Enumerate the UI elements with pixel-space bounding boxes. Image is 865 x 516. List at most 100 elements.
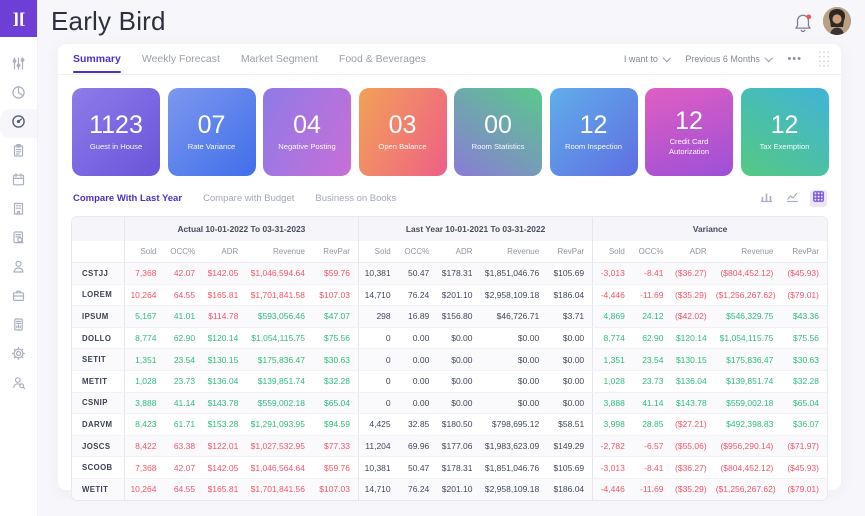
column-header-occ[interactable]: OCC% xyxy=(164,241,203,263)
table-row[interactable]: JOSCS8,42263.38$122.01$1,027,532.95$77.3… xyxy=(72,435,827,457)
cell: $58.51 xyxy=(547,414,592,436)
sidebar-nav xyxy=(0,37,37,399)
column-header-sold[interactable]: Sold xyxy=(358,241,398,263)
cell: $136.04 xyxy=(671,370,714,392)
cell: $165.81 xyxy=(203,284,246,306)
sidebar-item-pie-chart[interactable] xyxy=(0,80,37,109)
i-want-to-dropdown[interactable]: I want to xyxy=(624,54,670,64)
sidebar-item-building[interactable] xyxy=(0,196,37,225)
table-row[interactable]: DARVM8,42361.71$153.28$1,291,093.95$94.5… xyxy=(72,414,827,436)
comparison-table: Actual 10-01-2022 To 03-31-2023Last Year… xyxy=(71,216,828,501)
table-row[interactable]: LOREM10,26464.55$165.81$1,701,841.58$107… xyxy=(72,284,827,306)
table-row[interactable]: SCOOB7,36842.07$142.05$1,046,564.64$59.7… xyxy=(72,457,827,479)
column-header-adr[interactable]: ADR xyxy=(203,241,246,263)
cell: 0.00 xyxy=(399,370,438,392)
sidebar-item-user[interactable] xyxy=(0,254,37,283)
line-chart-icon xyxy=(786,190,799,208)
table-row[interactable]: METIT1,02823.73$136.04$139,851.74$32.280… xyxy=(72,370,827,392)
cell: $0.00 xyxy=(547,392,592,414)
bar-chart-icon xyxy=(760,190,773,208)
column-header-occ[interactable]: OCC% xyxy=(633,241,672,263)
column-header-adr[interactable]: ADR xyxy=(437,241,480,263)
drag-handle-icon[interactable] xyxy=(818,50,829,68)
kpi-card-credit-card-autorization[interactable]: 12Credit Card Autorization xyxy=(645,88,733,176)
table-row[interactable]: CSNIP3,88841.14$143.78$559,002.18$65.040… xyxy=(72,392,827,414)
period-dropdown[interactable]: Previous 6 Months xyxy=(685,54,771,64)
cell: ($804,452.12) xyxy=(715,457,782,479)
cell: $149.29 xyxy=(547,435,592,457)
kpi-card-negative-posting[interactable]: 04Negative Posting xyxy=(263,88,351,176)
table-row[interactable]: CSTJJ7,36842.07$142.05$1,046,594.64$59.7… xyxy=(72,263,827,285)
column-header-revenue[interactable]: Revenue xyxy=(481,241,548,263)
cell: $175,836.47 xyxy=(715,349,782,371)
tab-market-segment[interactable]: Market Segment xyxy=(241,45,318,73)
column-header-revenue[interactable]: Revenue xyxy=(246,241,313,263)
notification-bell-icon[interactable] xyxy=(793,12,813,34)
more-options-button[interactable]: ••• xyxy=(787,53,802,65)
column-header-adr[interactable]: ADR xyxy=(671,241,714,263)
kpi-card-tax-exemption[interactable]: 12Tax Exemption xyxy=(741,88,829,176)
cell: 8,774 xyxy=(124,327,164,349)
table-row[interactable]: SETIT1,35123.54$130.15$175,836.47$30.630… xyxy=(72,349,827,371)
cell: 14,710 xyxy=(358,478,398,499)
tab-summary[interactable]: Summary xyxy=(73,45,121,73)
sidebar-item-briefcase[interactable] xyxy=(0,283,37,312)
bar-chart-view-button[interactable] xyxy=(758,190,775,207)
column-header-occ[interactable]: OCC% xyxy=(399,241,438,263)
kpi-card-room-statistics[interactable]: 00Room Statistics xyxy=(454,88,542,176)
cell: ($71.97) xyxy=(781,435,827,457)
kpi-card-rate-variance[interactable]: 07Rate Variance xyxy=(168,88,256,176)
kpi-card-guest-in-house[interactable]: 1123Guest in House xyxy=(72,88,160,176)
sidebar-item-calendar[interactable] xyxy=(0,167,37,196)
subtab-business-on-books[interactable]: Business on Books xyxy=(315,193,396,204)
cell: -3,013 xyxy=(593,457,633,479)
column-group-header: Actual 10-01-2022 To 03-31-2023 xyxy=(124,217,358,241)
cell: 50.47 xyxy=(399,457,438,479)
cell: 10,381 xyxy=(358,263,398,285)
cell: $0.00 xyxy=(437,392,480,414)
briefcase-icon xyxy=(11,288,26,308)
sidebar-item-settings[interactable] xyxy=(0,341,37,370)
column-header-revpar[interactable]: RevPar xyxy=(313,241,358,263)
subtab-compare-with-budget[interactable]: Compare with Budget xyxy=(203,193,294,204)
tab-weekly-forecast[interactable]: Weekly Forecast xyxy=(142,45,220,73)
sidebar-item-clipboard[interactable] xyxy=(0,138,37,167)
cell: -4,446 xyxy=(593,478,633,499)
cell: 62.90 xyxy=(164,327,203,349)
app-logo[interactable]: ][ xyxy=(0,0,37,37)
sliders-icon xyxy=(11,56,26,76)
user-avatar[interactable] xyxy=(823,7,851,35)
subtab-compare-with-last-year[interactable]: Compare With Last Year xyxy=(73,193,182,204)
cell: 23.54 xyxy=(633,349,672,371)
sidebar-item-report[interactable] xyxy=(0,312,37,341)
column-header-revpar[interactable]: RevPar xyxy=(547,241,592,263)
cell: 3,888 xyxy=(593,392,633,414)
cell: $186.04 xyxy=(547,478,592,499)
table-grid-icon xyxy=(812,190,825,208)
kpi-label: Negative Posting xyxy=(271,142,342,152)
cell: ($35.29) xyxy=(671,478,714,499)
tab-food-beverages[interactable]: Food & Beverages xyxy=(339,45,426,73)
cell: 32.85 xyxy=(399,414,438,436)
kpi-card-open-balance[interactable]: 03Open Balance xyxy=(359,88,447,176)
column-header-revenue[interactable]: Revenue xyxy=(715,241,782,263)
cell: 14,710 xyxy=(358,284,398,306)
kpi-label: Rate Variance xyxy=(181,142,243,152)
sidebar-item-user-search[interactable] xyxy=(0,370,37,399)
cell: $30.63 xyxy=(313,349,358,371)
table-row[interactable]: IPSUM5,16741.01$114.78$593,056.46$47.072… xyxy=(72,306,827,328)
sidebar-item-gauge[interactable] xyxy=(0,109,37,138)
column-header-sold[interactable]: Sold xyxy=(124,241,164,263)
cell: 8,774 xyxy=(593,327,633,349)
sidebar-item-sliders[interactable] xyxy=(0,51,37,80)
table-row[interactable]: DOLLO8,77462.90$120.14$1,054,115.75$75.5… xyxy=(72,327,827,349)
column-header-sold[interactable]: Sold xyxy=(593,241,633,263)
table-row[interactable]: WETIT10,26464.55$165.81$1,701,841.56$107… xyxy=(72,478,827,499)
kpi-card-room-inspection[interactable]: 12Room Inspection xyxy=(550,88,638,176)
sidebar-item-document-search[interactable] xyxy=(0,225,37,254)
table-view-button[interactable] xyxy=(810,190,827,207)
i-want-to-label: I want to xyxy=(624,54,658,64)
kpi-label: Guest in House xyxy=(83,142,149,152)
line-chart-view-button[interactable] xyxy=(784,190,801,207)
column-header-revpar[interactable]: RevPar xyxy=(781,241,827,263)
